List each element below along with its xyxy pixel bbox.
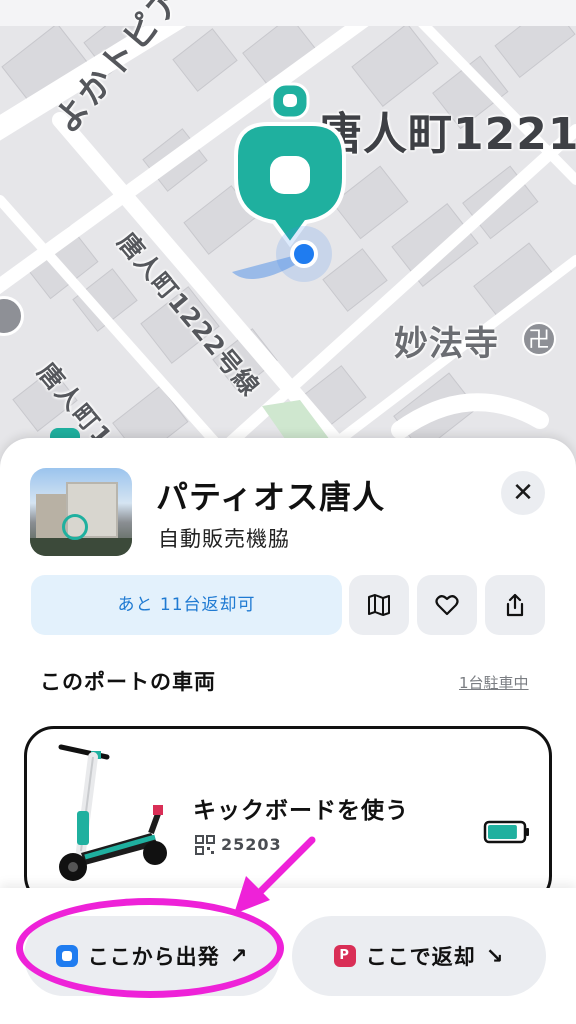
map-button[interactable] <box>349 575 409 635</box>
port-photo-thumbnail[interactable] <box>30 468 132 556</box>
map-view[interactable]: よかトピア通 唐人町1221 唐人町1222号線 唐人町1 妙法寺 卍 <box>0 0 576 470</box>
map-icon <box>368 594 390 616</box>
parked-count-link[interactable]: 1台駐車中 <box>459 672 529 693</box>
user-location-dot <box>290 240 318 268</box>
return-here-button[interactable]: P ここで返却 ↘ <box>292 916 546 996</box>
port-pin-icon[interactable] <box>232 82 348 252</box>
address-label: 唐人町1221 <box>318 109 576 160</box>
port-subtitle: 自動販売機脇 <box>158 527 290 551</box>
vehicle-id: 25203 <box>221 835 282 854</box>
share-icon <box>506 593 524 617</box>
temple-label: 妙法寺 <box>394 324 499 364</box>
parking-badge-icon: P <box>333 945 356 967</box>
close-button[interactable]: ✕ <box>501 471 545 515</box>
close-icon: ✕ <box>512 478 534 508</box>
start-here-button[interactable]: ここから出発 ↗ <box>24 916 280 996</box>
start-port-icon <box>55 945 78 967</box>
start-here-label: ここから出発 <box>87 945 220 969</box>
return-capacity-button[interactable]: あと 11台返却可 <box>31 575 342 635</box>
arrow-down-right-icon: ↘ <box>485 944 505 968</box>
battery-icon <box>483 820 529 844</box>
return-here-label: ここで返却 <box>365 945 476 969</box>
vehicle-card[interactable]: キックボードを使う 25203 <box>24 726 552 906</box>
temple-icon[interactable]: 卍 <box>522 322 556 356</box>
share-button[interactable] <box>485 575 545 635</box>
use-kickboard-label: キックボードを使う <box>193 798 409 824</box>
battery-fill <box>488 825 517 839</box>
port-title: パティオス唐人 <box>156 478 386 516</box>
kickboard-image <box>58 744 167 881</box>
qr-code-icon <box>195 835 215 855</box>
action-bar: ここから出発 ↗ P ここで返却 ↘ <box>0 888 576 1024</box>
heart-icon <box>435 595 459 616</box>
favorite-button[interactable] <box>417 575 477 635</box>
vehicles-heading: このポートの車両 <box>40 670 216 694</box>
arrow-up-right-icon: ↗ <box>229 944 249 968</box>
